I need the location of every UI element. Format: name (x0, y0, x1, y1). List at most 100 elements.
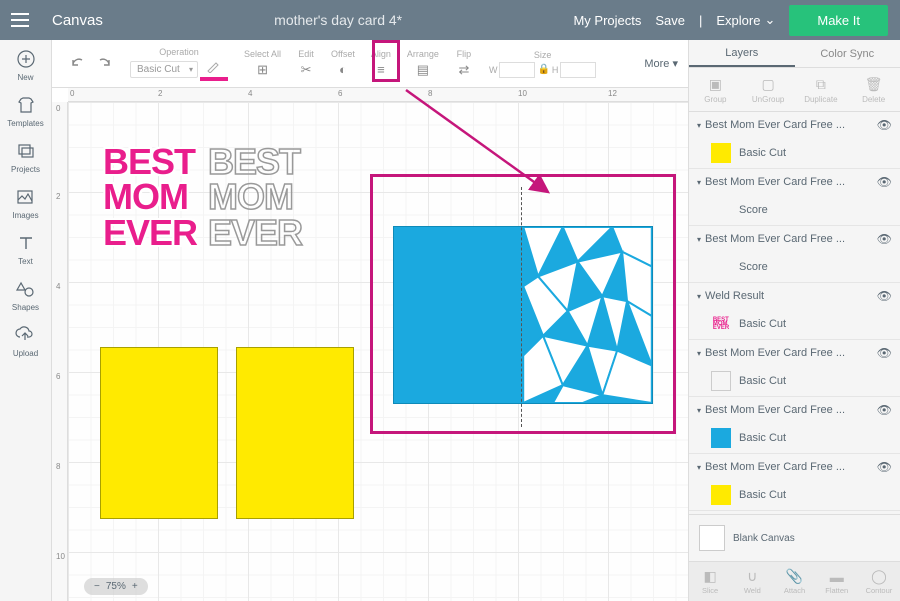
edit-label: Edit (298, 49, 314, 59)
zoom-out-button[interactable]: − (94, 581, 100, 592)
edit-group[interactable]: Edit✂ (291, 49, 321, 79)
size-h-input[interactable] (560, 62, 596, 78)
sidebar-item-images[interactable]: Images (12, 186, 38, 220)
header-divider: | (699, 13, 702, 28)
size-w-input[interactable] (499, 62, 535, 78)
align-group[interactable]: Align≡ (365, 49, 397, 79)
ruler-tick: 2 (56, 192, 60, 201)
offset-icon: ◐ (334, 61, 352, 79)
ruler-tick: 2 (158, 89, 162, 98)
more-label: More (644, 58, 669, 70)
layer-group: ▾Best Mom Ever Card Free ...👁 Score (689, 226, 900, 283)
layer-header[interactable]: ▾Best Mom Ever Card Free ...👁 (689, 454, 900, 480)
arrange-group[interactable]: Arrange▤ (401, 49, 445, 79)
layer-item[interactable]: Score (689, 252, 900, 282)
layer-item[interactable]: Basic Cut (689, 423, 900, 453)
ruler-tick: 6 (338, 89, 342, 98)
visibility-toggle[interactable]: 👁 (877, 175, 892, 189)
app-body: New Templates Projects Images Text Shape… (0, 40, 900, 601)
visibility-toggle[interactable]: 👁 (877, 403, 892, 417)
header-right: My Projects Save | Explore⌄ Make It (573, 5, 900, 36)
duplicate-button[interactable]: ⧉Duplicate (795, 68, 848, 111)
blue-card-design[interactable] (393, 226, 653, 404)
layer-item[interactable]: BESTMOMEVERBasic Cut (689, 309, 900, 339)
layer-item[interactable]: Basic Cut (689, 138, 900, 168)
redo-button[interactable] (94, 57, 112, 71)
sidebar-item-label: New (17, 73, 33, 82)
shirt-icon (15, 94, 37, 116)
yellow-card-2[interactable] (236, 347, 354, 519)
more-button[interactable]: More ▾ (644, 57, 678, 70)
visibility-toggle[interactable]: 👁 (877, 289, 892, 303)
caret-down-icon: ▾ (697, 406, 701, 415)
action-label: Group (704, 95, 726, 104)
ruler-tick: 10 (518, 89, 527, 98)
offset-group[interactable]: Offset◐ (325, 49, 361, 79)
explore-dropdown[interactable]: Explore⌄ (716, 12, 775, 28)
layer-header[interactable]: ▾Best Mom Ever Card Free ...👁 (689, 169, 900, 195)
save-link[interactable]: Save (655, 13, 685, 28)
layer-name: Weld Result (705, 290, 877, 302)
visibility-toggle[interactable]: 👁 (877, 460, 892, 474)
layer-header[interactable]: ▾Best Mom Ever Card Free ...👁 (689, 397, 900, 423)
layer-header[interactable]: ▾Best Mom Ever Card Free ...👁 (689, 340, 900, 366)
action-label: Flatten (825, 586, 848, 595)
delete-button[interactable]: 🗑Delete (847, 68, 900, 111)
color-swatch[interactable] (200, 77, 228, 81)
visibility-toggle[interactable]: 👁 (877, 118, 892, 132)
contour-icon: ◯ (871, 568, 887, 585)
tab-colorsync[interactable]: Color Sync (795, 40, 900, 67)
operation-select[interactable]: Basic Cut (130, 61, 198, 78)
layer-header[interactable]: ▾Best Mom Ever Card Free ...👁 (689, 226, 900, 252)
flip-group[interactable]: Flip⇄ (449, 49, 479, 79)
visibility-toggle[interactable]: 👁 (877, 346, 892, 360)
layer-item[interactable]: Score (689, 195, 900, 225)
layer-header[interactable]: ▾Best Mom Ever Card Free ...👁 (689, 112, 900, 138)
lock-icon[interactable]: 🔒 (537, 64, 549, 75)
layer-header[interactable]: ▾Weld Result👁 (689, 283, 900, 309)
tab-layers[interactable]: Layers (689, 40, 795, 67)
layer-op: Basic Cut (739, 432, 786, 444)
yellow-card-1[interactable] (100, 347, 218, 519)
ungroup-button[interactable]: ▢UnGroup (742, 68, 795, 111)
best-mom-ever-pink[interactable]: BEST MOM EVER (103, 144, 193, 274)
zoom-value: 75% (106, 581, 126, 592)
explore-label: Explore (716, 13, 760, 28)
sidebar-item-label: Upload (13, 349, 38, 358)
ruler-tick: 6 (56, 372, 60, 381)
flatten-button[interactable]: ▬Flatten (816, 562, 858, 601)
canvas-grid[interactable]: BEST MOM EVER BEST MOM EVER (68, 102, 688, 601)
layer-name: Best Mom Ever Card Free ... (705, 461, 877, 473)
project-name[interactable]: mother's day card 4* (103, 12, 574, 28)
visibility-toggle[interactable]: 👁 (877, 232, 892, 246)
align-icon: ≡ (372, 61, 390, 79)
select-all-group[interactable]: Select All⊞ (238, 49, 287, 79)
select-all-icon: ⊞ (254, 61, 272, 79)
group-button[interactable]: ▣Group (689, 68, 742, 111)
sidebar-item-new[interactable]: New (15, 48, 37, 82)
sidebar-item-shapes[interactable]: Shapes (12, 278, 39, 312)
sidebar-item-text[interactable]: Text (15, 232, 37, 266)
slice-button[interactable]: ◧Slice (689, 562, 731, 601)
attach-button[interactable]: 📎Attach (773, 562, 815, 601)
layer-name: Best Mom Ever Card Free ... (705, 233, 877, 245)
my-projects-link[interactable]: My Projects (573, 13, 641, 28)
layer-item[interactable]: Basic Cut (689, 366, 900, 396)
sidebar-item-projects[interactable]: Projects (11, 140, 40, 174)
blank-canvas-row[interactable]: Blank Canvas (689, 514, 900, 561)
right-panel: Layers Color Sync ▣Group ▢UnGroup ⧉Dupli… (688, 40, 900, 601)
zoom-in-button[interactable]: + (132, 581, 138, 592)
ruler-tick: 4 (56, 282, 60, 291)
sidebar-item-upload[interactable]: Upload (13, 324, 38, 358)
layer-item[interactable]: Basic Cut (689, 480, 900, 510)
undo-button[interactable] (70, 57, 88, 71)
contour-button[interactable]: ◯Contour (858, 562, 900, 601)
weld-button[interactable]: ∪Weld (731, 562, 773, 601)
make-it-button[interactable]: Make It (789, 5, 888, 36)
best-mom-ever-outline[interactable]: BEST MOM EVER (208, 144, 298, 274)
layer-thumb (711, 143, 731, 163)
sidebar-item-templates[interactable]: Templates (7, 94, 43, 128)
menu-button[interactable] (0, 0, 40, 40)
caret-down-icon: ▾ (697, 178, 701, 187)
layers-list[interactable]: ▾Best Mom Ever Card Free ...👁 Basic Cut … (689, 112, 900, 514)
